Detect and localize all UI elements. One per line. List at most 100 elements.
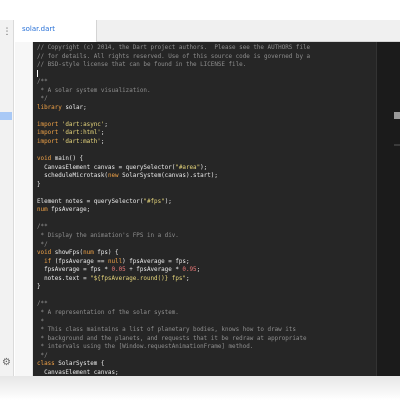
file-sidebar: ⋮ ⚙ (0, 20, 14, 376)
code-line[interactable]: * intervals using the [Window.requestAni… (37, 343, 376, 352)
code-token: void (37, 250, 52, 257)
code-line[interactable]: num fpsAverage; (37, 206, 376, 215)
code-line[interactable]: * A solar system visualization. (37, 87, 376, 96)
code-token: notes.text = (37, 275, 91, 282)
tab-solar-dart[interactable]: solar.dart (15, 20, 97, 42)
code-line[interactable]: Element notes = querySelector("#fps"); (37, 198, 376, 207)
code-token: fps) { (93, 250, 119, 257)
code-token: fpsAverage; (47, 207, 91, 214)
code-editor[interactable]: // Copyright (c) 2014, the Dart project … (33, 42, 376, 376)
line-gutter (15, 42, 33, 376)
code-line[interactable]: void showFps(num fps) { (37, 249, 376, 258)
code-token: * background and the planets, and reques… (37, 335, 307, 342)
code-line[interactable]: import 'dart:math'; (37, 138, 376, 147)
code-line[interactable]: * This class maintains a list of planeta… (37, 326, 376, 335)
code-token: "#area" (175, 164, 201, 171)
code-token: import (37, 130, 59, 137)
code-token: /** (37, 224, 48, 231)
code-line[interactable]: // Copyright (c) 2014, the Dart project … (37, 44, 376, 53)
code-token: fpsAverage = fps * (37, 267, 112, 274)
code-line[interactable]: CanvasElement canvas; (37, 369, 376, 376)
code-token: */ (37, 96, 48, 103)
code-token: // Copyright (c) 2014, the Dart project … (37, 45, 311, 51)
code-token: SolarSystem { (54, 361, 105, 368)
overview-marker (394, 144, 400, 146)
code-line[interactable] (37, 112, 376, 121)
code-token: SolarSystem(canvas).start); (118, 173, 218, 180)
code-line[interactable]: library solar; (37, 104, 376, 113)
code-token: CanvasElement canvas; (37, 369, 119, 376)
code-line[interactable]: } (37, 283, 376, 292)
code-token: * A representation of the solar system. (37, 309, 179, 316)
code-token: ) fpsAverage = fps; (122, 258, 190, 265)
code-content[interactable]: // Copyright (c) 2014, the Dart project … (37, 44, 376, 376)
sidebar-selected-file[interactable] (0, 112, 12, 120)
code-token: 'dart:math' (61, 139, 101, 146)
code-token: Element notes = querySelector( (37, 198, 144, 205)
code-token: ; (100, 130, 105, 137)
code-line[interactable]: * Display the animation's FPS in a div. (37, 232, 376, 241)
code-token: 0.05 (111, 267, 126, 274)
code-token: solar; (61, 104, 87, 111)
code-token: } (37, 181, 41, 188)
overview-ruler[interactable] (376, 42, 400, 376)
code-token: * This class maintains a list of planeta… (37, 327, 296, 334)
code-line[interactable] (37, 189, 376, 198)
code-line[interactable]: /** (37, 300, 376, 309)
code-line[interactable] (37, 147, 376, 156)
code-token: ); (200, 164, 208, 171)
code-line[interactable]: * (37, 318, 376, 327)
code-token: class (37, 361, 55, 368)
code-token: 'dart:async' (61, 121, 105, 128)
code-token: // for details. All rights reserved. Use… (37, 53, 311, 60)
code-line[interactable]: notes.text = "${fpsAverage.round()} fps"… (37, 275, 376, 284)
code-line[interactable]: class SolarSystem { (37, 360, 376, 369)
tab-label: solar.dart (22, 25, 55, 33)
code-token: 'dart:html' (61, 130, 101, 137)
code-token: * Display the animation's FPS in a div. (37, 233, 179, 240)
code-line[interactable] (37, 215, 376, 224)
gear-icon[interactable]: ⚙ (0, 357, 13, 369)
code-token: /** (37, 79, 48, 86)
code-line[interactable]: */ (37, 95, 376, 104)
code-line[interactable]: if (fpsAverage == null) fpsAverage = fps… (37, 258, 376, 267)
code-token: "${fpsAverage.round()} fps" (90, 275, 186, 282)
code-token: num (83, 250, 94, 257)
code-line[interactable]: */ (37, 241, 376, 250)
overview-marker (394, 112, 400, 119)
text-cursor (37, 69, 38, 77)
code-line[interactable]: */ (37, 352, 376, 361)
code-line[interactable]: * background and the planets, and reques… (37, 335, 376, 344)
code-line[interactable]: // BSD-style license that can be found i… (37, 61, 376, 70)
code-token: /** (37, 301, 48, 308)
code-line[interactable]: /** (37, 223, 376, 232)
code-token: ); (164, 198, 172, 205)
code-line[interactable]: scheduleMicrotask(new SolarSystem(canvas… (37, 172, 376, 181)
code-line[interactable]: } (37, 181, 376, 190)
code-line[interactable] (37, 292, 376, 301)
more-vert-icon[interactable]: ⋮ (2, 26, 12, 38)
code-token: 0.95 (182, 267, 197, 274)
code-token: + fpsAverage * (125, 267, 183, 274)
code-token: library (37, 104, 62, 111)
code-token: ; (100, 139, 105, 146)
code-token: ; (185, 275, 190, 282)
code-line[interactable]: // for details. All rights reserved. Use… (37, 53, 376, 62)
code-line[interactable]: fpsAverage = fps * 0.05 + fpsAverage * 0… (37, 266, 376, 275)
code-token: */ (37, 241, 48, 248)
code-line[interactable]: /** (37, 78, 376, 87)
code-token: * A solar system visualization. (37, 87, 151, 94)
code-line[interactable]: import 'dart:async'; (37, 121, 376, 130)
code-token: "#fps" (143, 198, 165, 205)
code-token: new (107, 173, 119, 180)
code-line[interactable]: import 'dart:html'; (37, 129, 376, 138)
code-token: // BSD-style license that can be found i… (37, 62, 247, 69)
code-line[interactable]: CanvasElement canvas = querySelector("#a… (37, 164, 376, 173)
code-line[interactable]: void main() { (37, 155, 376, 164)
code-token: * (37, 318, 45, 325)
code-token: CanvasElement canvas = querySelector( (37, 164, 176, 171)
code-token: void (37, 156, 52, 163)
code-line[interactable] (37, 69, 376, 79)
code-line[interactable]: * A representation of the solar system. (37, 309, 376, 318)
code-token: scheduleMicrotask( (37, 173, 108, 180)
